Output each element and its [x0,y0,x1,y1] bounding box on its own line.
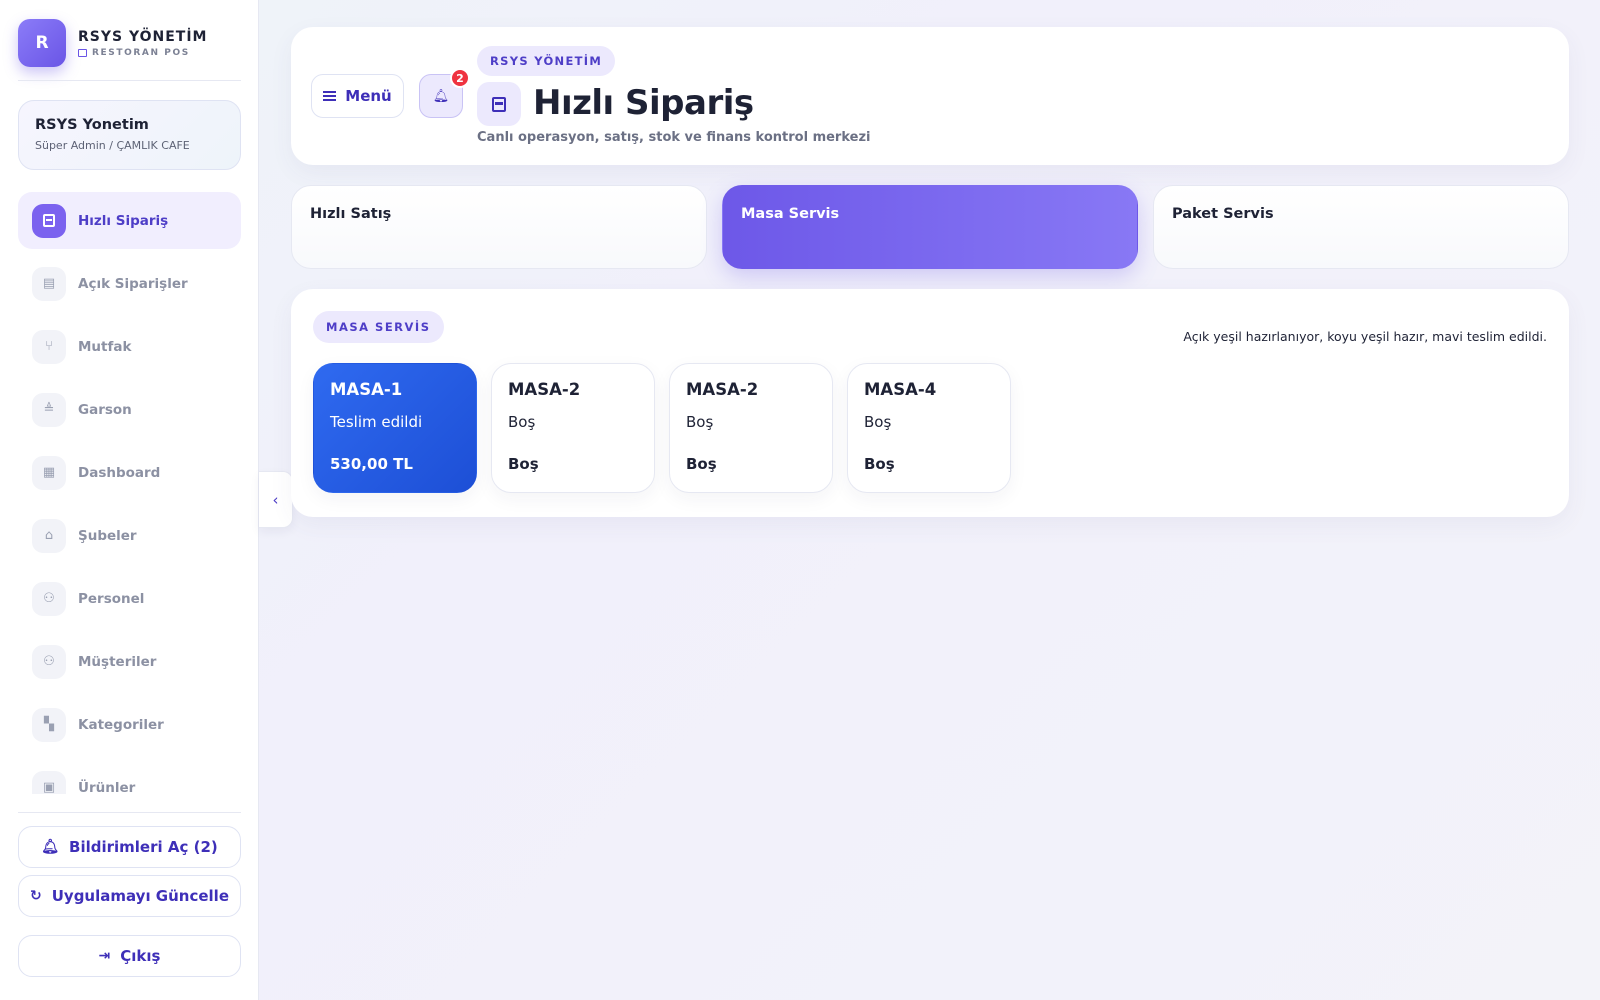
table-status: Teslim edildi [330,413,423,431]
sidebar-item-hizli-siparis[interactable]: Hızlı Sipariş [18,192,241,249]
update-app-button[interactable]: ↻ Uygulamayı Güncelle [18,875,241,917]
table-status: Boş [508,413,536,431]
table-name: MASA-2 [508,380,581,399]
tab-paket-servis[interactable]: Paket Servis [1153,185,1569,269]
sidebar-item-urunler[interactable]: ▣ Ürünler [18,759,241,794]
menu-button[interactable]: Menü [311,74,404,118]
hamburger-icon [323,91,337,101]
sidebar-item-label: Müşteriler [78,653,157,670]
sidebar-item-subeler[interactable]: ⌂ Şubeler [18,507,241,564]
table-status: Boş [864,413,892,431]
table-service-panel: MASA SERVİS Açık yeşil hazırlanıyor, koy… [291,289,1569,517]
brand-name: RSYS YÖNETİM [78,28,208,45]
user-role: Süper Admin / ÇAMLIK CAFE [35,139,190,152]
table-total: Boş [508,455,539,473]
logout-button[interactable]: ⇥ Çıkış [18,935,241,977]
refresh-icon: ↻ [30,888,42,904]
utensils-icon: ⑂ [32,329,66,364]
waiter-icon: ≜ [32,392,66,427]
receipt-icon [477,82,521,126]
sidebar-item-label: Dashboard [78,464,161,481]
page-subtitle: Canlı operasyon, satış, stok ve finans k… [477,130,871,145]
user-name: RSYS Yonetim [35,117,149,133]
table-grid: MASA-1 Teslim edildi 530,00 TL MASA-2 Bo… [313,363,1011,493]
table-card[interactable]: MASA-2 Boş Boş [491,363,655,493]
brand-logo: R [18,19,66,67]
sidebar-item-label: Açık Siparişler [78,275,188,292]
tab-masa-servis[interactable]: Masa Servis [722,185,1138,269]
table-total: Boş [686,455,717,473]
table-total: 530,00 TL [330,455,413,473]
page-header: Menü 🔔︎ 2 RSYS YÖNETİM Hızlı Sipariş Can… [291,27,1569,165]
brand-subtitle: RESTORAN POS [92,47,190,58]
table-card[interactable]: MASA-1 Teslim edildi 530,00 TL [313,363,477,493]
product-icon: ▣ [32,770,66,794]
grid-icon: ▚ [32,707,66,742]
receipt-icon [32,203,66,238]
chevron-left-icon: ‹ [272,490,279,509]
table-name: MASA-4 [864,380,937,399]
people-icon: ⚇ [32,581,66,616]
people-icon: ⚇ [32,644,66,679]
logout-icon: ⇥ [98,948,111,964]
sidebar-item-label: Kategoriler [78,716,164,733]
bell-icon: 🔔︎ [432,88,450,104]
branch-icon: ⌂ [32,518,66,553]
header-kicker: RSYS YÖNETİM [477,46,616,76]
sidebar-item-acik-siparisler[interactable]: ▤ Açık Siparişler [18,255,241,312]
notification-count-badge: 2 [450,68,470,88]
notifications-button[interactable]: 🔔︎ 2 [419,68,470,118]
user-card: RSYS Yonetim Süper Admin / ÇAMLIK CAFE [18,100,241,170]
sidebar-item-garson[interactable]: ≜ Garson [18,381,241,438]
panel-tag: MASA SERVİS [313,311,444,343]
sidebar: R RSYS YÖNETİM RESTORAN POS RSYS Yonetim… [0,0,259,1000]
sidebar-item-label: Garson [78,401,132,418]
tab-hizli-satis[interactable]: Hızlı Satış [291,185,707,269]
sidebar-item-mutfak[interactable]: ⑂ Mutfak [18,318,241,375]
table-total: Boş [864,455,895,473]
sidebar-item-personel[interactable]: ⚇ Personel [18,570,241,627]
table-name: MASA-2 [686,380,759,399]
table-card[interactable]: MASA-2 Boş Boş [669,363,833,493]
bell-icon: 🔔︎ [41,839,60,855]
brand: R RSYS YÖNETİM RESTORAN POS [18,19,240,67]
sidebar-collapse-button[interactable]: ‹ [259,471,293,528]
divider [18,80,241,81]
sidebar-item-label: Ürünler [78,779,136,795]
sidebar-item-musteriler[interactable]: ⚇ Müşteriler [18,633,241,690]
status-legend-hint: Açık yeşil hazırlanıyor, koyu yeşil hazı… [1183,329,1547,344]
table-status: Boş [686,413,714,431]
table-name: MASA-1 [330,380,403,399]
document-icon: ▤ [32,266,66,301]
sidebar-item-dashboard[interactable]: ▦ Dashboard [18,444,241,501]
store-icon [78,48,87,57]
open-notifications-button[interactable]: 🔔︎ Bildirimleri Aç (2) [18,826,241,868]
sidebar-item-label: Personel [78,590,145,607]
page-title: Hızlı Sipariş [533,83,754,123]
sidebar-nav: Hızlı Sipariş ▤ Açık Siparişler ⑂ Mutfak… [18,192,241,794]
divider [18,812,241,813]
sidebar-item-label: Mutfak [78,338,132,355]
sidebar-item-label: Hızlı Sipariş [78,212,169,229]
table-card[interactable]: MASA-4 Boş Boş [847,363,1011,493]
dashboard-icon: ▦ [32,455,66,490]
sidebar-item-kategoriler[interactable]: ▚ Kategoriler [18,696,241,753]
sidebar-item-label: Şubeler [78,527,137,544]
